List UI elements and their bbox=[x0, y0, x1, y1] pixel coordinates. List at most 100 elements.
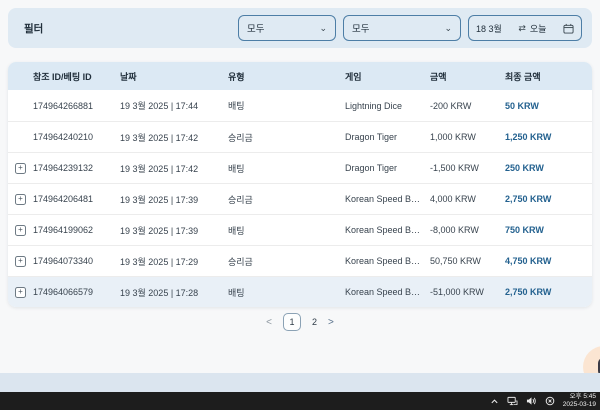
cell-amount: 1,000 KRW bbox=[430, 132, 505, 142]
cell-type: 배팅 bbox=[228, 286, 345, 299]
expand-icon[interactable]: + bbox=[15, 256, 26, 267]
pagination-pages: 12 bbox=[283, 313, 317, 331]
clock-date: 2025-03-19 bbox=[563, 401, 596, 409]
cell-date: 19 3월 2025 | 17:42 bbox=[120, 162, 228, 175]
pagination: < 12 > bbox=[0, 311, 600, 333]
type-filter-select[interactable]: 모두 ⌄ bbox=[238, 15, 336, 41]
game-filter-select[interactable]: 모두 ⌄ bbox=[343, 15, 461, 41]
chevron-up-icon[interactable] bbox=[490, 397, 499, 406]
page-button[interactable]: 2 bbox=[312, 317, 317, 327]
cell-ref-id: 174964266881 bbox=[33, 101, 120, 111]
cell-final-amount: 50 KRW bbox=[505, 101, 592, 111]
cell-game: Korean Speed B… bbox=[345, 194, 430, 204]
game-filter-value: 모두 bbox=[352, 21, 369, 35]
screen: 필터 모두 ⌄ 모두 ⌄ 18 3월 ⇄ 오늘 bbox=[0, 0, 600, 410]
expand-cell: + bbox=[8, 194, 33, 205]
filter-label: 필터 bbox=[24, 21, 43, 36]
cell-type: 승리금 bbox=[228, 193, 345, 206]
cell-final-amount: 2,750 KRW bbox=[505, 287, 592, 297]
cell-final-amount: 750 KRW bbox=[505, 225, 592, 235]
expand-cell: + bbox=[8, 163, 33, 174]
page-footer-strip bbox=[0, 373, 600, 392]
chevron-down-icon: ⌄ bbox=[444, 24, 452, 33]
table-row[interactable]: + 174964240210 19 3월 2025 | 17:42 승리금 Dr… bbox=[8, 121, 592, 152]
cell-type: 승리금 bbox=[228, 131, 345, 144]
column-header: 참조 ID/베팅 ID bbox=[33, 70, 120, 83]
cell-type: 배팅 bbox=[228, 224, 345, 237]
cell-type: 배팅 bbox=[228, 99, 345, 112]
taskbar: 오후 5:45 2025-03-19 bbox=[0, 392, 600, 410]
cell-ref-id: 174964073340 bbox=[33, 256, 120, 266]
column-header: 유형 bbox=[228, 70, 345, 83]
cell-game: Korean Speed B… bbox=[345, 256, 430, 266]
column-header: 날짜 bbox=[120, 70, 228, 83]
date-range-picker[interactable]: 18 3월 ⇄ 오늘 bbox=[468, 15, 582, 41]
cell-date: 19 3월 2025 | 17:39 bbox=[120, 193, 228, 206]
expand-icon[interactable]: + bbox=[15, 225, 26, 236]
column-header: 금액 bbox=[430, 70, 505, 83]
cell-date: 19 3월 2025 | 17:29 bbox=[120, 255, 228, 268]
page-button-current[interactable]: 1 bbox=[283, 313, 301, 331]
table-row[interactable]: + 174964073340 19 3월 2025 | 17:29 승리금 Ko… bbox=[8, 245, 592, 276]
cell-amount: -1,500 KRW bbox=[430, 163, 505, 173]
filter-controls: 모두 ⌄ 모두 ⌄ 18 3월 ⇄ 오늘 bbox=[238, 15, 582, 41]
cell-game: Dragon Tiger bbox=[345, 132, 430, 142]
cell-final-amount: 4,750 KRW bbox=[505, 256, 592, 266]
expand-cell: + bbox=[8, 132, 33, 143]
table-body: + 174964266881 19 3월 2025 | 17:44 배팅 Lig… bbox=[8, 90, 592, 307]
table-header-row: 참조 ID/베팅 ID날짜유형게임금액최종 금액 bbox=[8, 62, 592, 90]
date-range-end: 오늘 bbox=[530, 22, 547, 35]
chevron-right-icon[interactable]: > bbox=[328, 317, 334, 328]
network-icon[interactable] bbox=[507, 396, 518, 406]
swap-arrows-icon: ⇄ bbox=[518, 23, 526, 34]
expand-icon[interactable]: + bbox=[15, 194, 26, 205]
cell-amount: 4,000 KRW bbox=[430, 194, 505, 204]
expand-cell: + bbox=[8, 100, 33, 111]
cell-ref-id: 174964206481 bbox=[33, 194, 120, 204]
filter-bar: 필터 모두 ⌄ 모두 ⌄ 18 3월 ⇄ 오늘 bbox=[8, 8, 592, 48]
chevron-down-icon: ⌄ bbox=[319, 24, 327, 33]
cell-amount: -51,000 KRW bbox=[430, 287, 505, 297]
volume-icon[interactable] bbox=[526, 396, 537, 406]
column-header: 게임 bbox=[345, 70, 430, 83]
cell-game: Dragon Tiger bbox=[345, 163, 430, 173]
cell-amount: -8,000 KRW bbox=[430, 225, 505, 235]
status-circle-icon[interactable] bbox=[545, 396, 555, 406]
table-row[interactable]: + 174964239132 19 3월 2025 | 17:42 배팅 Dra… bbox=[8, 152, 592, 183]
expand-cell: + bbox=[8, 287, 33, 298]
cell-game: Korean Speed B… bbox=[345, 287, 430, 297]
cell-ref-id: 174964239132 bbox=[33, 163, 120, 173]
expand-icon[interactable]: + bbox=[15, 287, 26, 298]
cell-ref-id: 174964066579 bbox=[33, 287, 120, 297]
cell-amount: 50,750 KRW bbox=[430, 256, 505, 266]
cell-amount: -200 KRW bbox=[430, 101, 505, 111]
cell-final-amount: 2,750 KRW bbox=[505, 194, 592, 204]
date-range-start: 18 3월 bbox=[476, 22, 502, 35]
column-header: 최종 금액 bbox=[505, 70, 592, 83]
table-row[interactable]: + 174964206481 19 3월 2025 | 17:39 승리금 Ko… bbox=[8, 183, 592, 214]
calendar-icon bbox=[563, 23, 574, 34]
taskbar-clock[interactable]: 오후 5:45 2025-03-19 bbox=[563, 393, 596, 409]
chevron-left-icon[interactable]: < bbox=[266, 317, 272, 328]
cell-ref-id: 174964199062 bbox=[33, 225, 120, 235]
cell-ref-id: 174964240210 bbox=[33, 132, 120, 142]
cell-date: 19 3월 2025 | 17:44 bbox=[120, 99, 228, 112]
cell-date: 19 3월 2025 | 17:42 bbox=[120, 131, 228, 144]
cell-type: 배팅 bbox=[228, 162, 345, 175]
cell-final-amount: 1,250 KRW bbox=[505, 132, 592, 142]
expand-cell: + bbox=[8, 225, 33, 236]
cell-date: 19 3월 2025 | 17:28 bbox=[120, 286, 228, 299]
cell-game: Korean Speed B… bbox=[345, 225, 430, 235]
cell-date: 19 3월 2025 | 17:39 bbox=[120, 224, 228, 237]
type-filter-value: 모두 bbox=[247, 21, 264, 35]
cell-type: 승리금 bbox=[228, 255, 345, 268]
table-row[interactable]: + 174964266881 19 3월 2025 | 17:44 배팅 Lig… bbox=[8, 90, 592, 121]
expand-cell: + bbox=[8, 256, 33, 267]
table-row[interactable]: + 174964066579 19 3월 2025 | 17:28 배팅 Kor… bbox=[8, 276, 592, 307]
system-tray bbox=[490, 396, 555, 406]
clock-time: 오후 5:45 bbox=[563, 393, 596, 401]
transactions-table: 참조 ID/베팅 ID날짜유형게임금액최종 금액 + 174964266881 … bbox=[8, 62, 592, 307]
expand-icon[interactable]: + bbox=[15, 163, 26, 174]
cell-game: Lightning Dice bbox=[345, 101, 430, 111]
table-row[interactable]: + 174964199062 19 3월 2025 | 17:39 배팅 Kor… bbox=[8, 214, 592, 245]
